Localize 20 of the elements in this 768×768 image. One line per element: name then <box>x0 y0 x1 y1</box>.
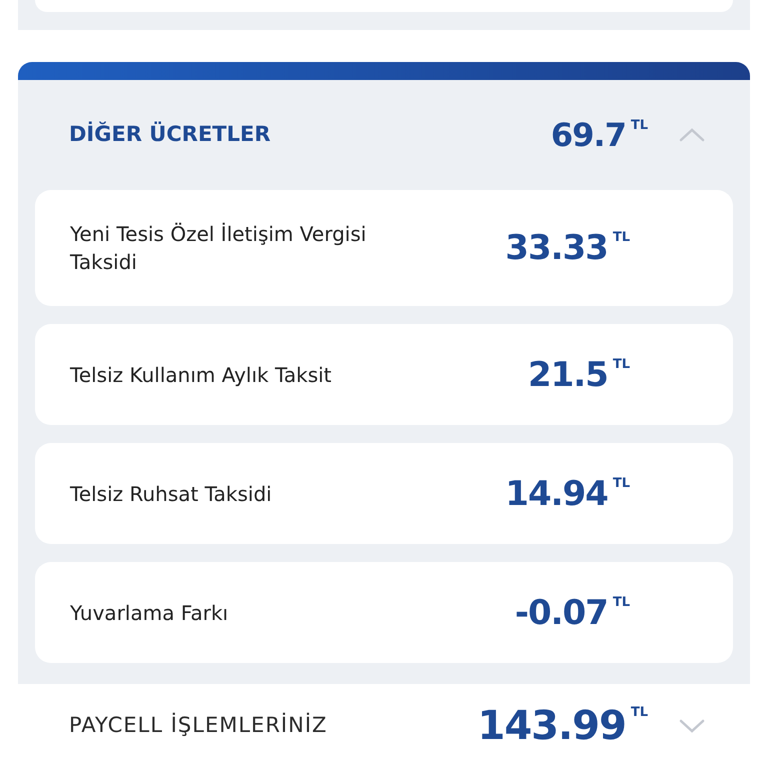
currency-label: TL <box>612 231 630 244</box>
fee-label: Telsiz Ruhsat Taksidi <box>70 480 273 508</box>
section-title: PAYCELL İŞLEMLERİNİZ <box>69 712 328 740</box>
currency-label: TL <box>630 119 648 132</box>
chevron-up-icon[interactable] <box>678 127 706 143</box>
amount-text: 14.94 <box>505 476 608 510</box>
amount-text: -0.07 <box>514 596 608 630</box>
fee-label: Telsiz Kullanım Aylık Taksit <box>70 362 333 388</box>
currency-label: TL <box>612 476 630 490</box>
currency-label: TL <box>612 358 630 370</box>
amount-text: 33.33 <box>505 231 608 265</box>
amount-text: 21.5 <box>528 358 608 392</box>
section-title: DİĞER ÜCRETLER <box>69 120 272 148</box>
fee-label: Yeni Tesis Özel İletişim Vergisi Taksidi <box>70 221 368 276</box>
amount-text: 69.7 <box>550 119 626 151</box>
amount-text: 143.99 <box>477 706 626 746</box>
currency-label: TL <box>612 596 630 608</box>
currency-label: TL <box>630 706 648 719</box>
chevron-down-icon[interactable] <box>678 718 706 734</box>
fee-label: Yuvarlama Farkı <box>70 600 230 626</box>
